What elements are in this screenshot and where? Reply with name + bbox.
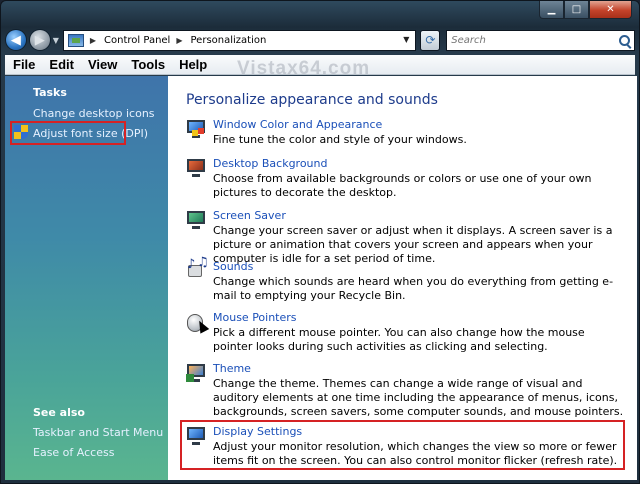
search-icon[interactable] <box>619 34 631 46</box>
desktop-background-icon <box>186 157 208 179</box>
chevron-down-icon[interactable]: ▼ <box>403 35 409 44</box>
forward-button[interactable]: ▶ <box>28 29 51 51</box>
address-bar[interactable]: ▶ Control Panel ▶ Personalization ▼ <box>62 29 417 51</box>
theme-link[interactable]: Theme <box>213 362 251 375</box>
ease-of-access-link[interactable]: Ease of Access <box>33 446 114 459</box>
highlight-display-settings <box>180 420 625 470</box>
search-input[interactable] <box>451 34 612 46</box>
navigation-row: ◀ ▶ ▼ ▶ Control Panel ▶ Personalization … <box>5 27 636 53</box>
window-color-desc: Fine tune the color and style of your wi… <box>213 133 467 146</box>
desktop-background-link[interactable]: Desktop Background <box>213 157 328 170</box>
screen-saver-desc: Change your screen saver or adjust when … <box>213 224 613 265</box>
menu-help[interactable]: Help <box>179 57 207 72</box>
close-button[interactable]: ✕ <box>589 1 632 19</box>
breadcrumb-personalization[interactable]: Personalization <box>191 35 267 46</box>
breadcrumb-arrow-icon[interactable]: ▶ <box>90 36 96 45</box>
taskbar-start-menu-link[interactable]: Taskbar and Start Menu <box>33 426 163 439</box>
theme-icon <box>186 362 208 384</box>
menu-edit[interactable]: Edit <box>49 57 74 72</box>
sounds-link[interactable]: Sounds <box>213 260 253 273</box>
highlight-adjust-font-size <box>10 121 126 145</box>
see-also-heading: See also <box>33 406 85 419</box>
search-box[interactable] <box>446 29 636 51</box>
menu-tools[interactable]: Tools <box>131 57 165 72</box>
maximize-button[interactable]: □ <box>564 1 589 19</box>
back-button[interactable]: ◀ <box>5 29 27 51</box>
mouse-pointers-link[interactable]: Mouse Pointers <box>213 311 297 324</box>
screen-saver-icon <box>186 209 208 231</box>
window-color-link[interactable]: Window Color and Appearance <box>213 118 382 131</box>
sounds-icon: ♪ ♫ <box>186 255 209 282</box>
sounds-desc: Change which sounds are heard when you d… <box>213 275 614 302</box>
page-title: Personalize appearance and sounds <box>186 92 438 108</box>
screen-saver-link[interactable]: Screen Saver <box>213 209 286 222</box>
menu-file[interactable]: File <box>13 57 35 72</box>
caption-buttons: ▁ □ ✕ <box>539 1 632 19</box>
breadcrumb-control-panel[interactable]: Control Panel <box>104 35 170 46</box>
window-color-icon <box>186 118 208 140</box>
tasks-heading: Tasks <box>33 86 67 99</box>
recent-pages-dropdown[interactable]: ▼ <box>53 36 59 45</box>
refresh-button[interactable]: ⟳ <box>420 29 441 51</box>
explorer-window: ▁ □ ✕ ◀ ▶ ▼ ▶ Control Panel ▶ Personaliz… <box>0 0 640 484</box>
breadcrumb-arrow-icon[interactable]: ▶ <box>176 36 182 45</box>
control-panel-icon <box>67 33 84 47</box>
mouse-pointers-desc: Pick a different mouse pointer. You can … <box>213 326 585 353</box>
change-desktop-icons-link[interactable]: Change desktop icons <box>33 107 155 120</box>
theme-desc: Change the theme. Themes can change a wi… <box>213 377 624 418</box>
minimize-button[interactable]: ▁ <box>539 1 564 19</box>
menu-view[interactable]: View <box>88 57 117 72</box>
mouse-icon <box>186 311 210 334</box>
desktop-background-desc: Choose from available backgrounds or col… <box>213 172 592 199</box>
